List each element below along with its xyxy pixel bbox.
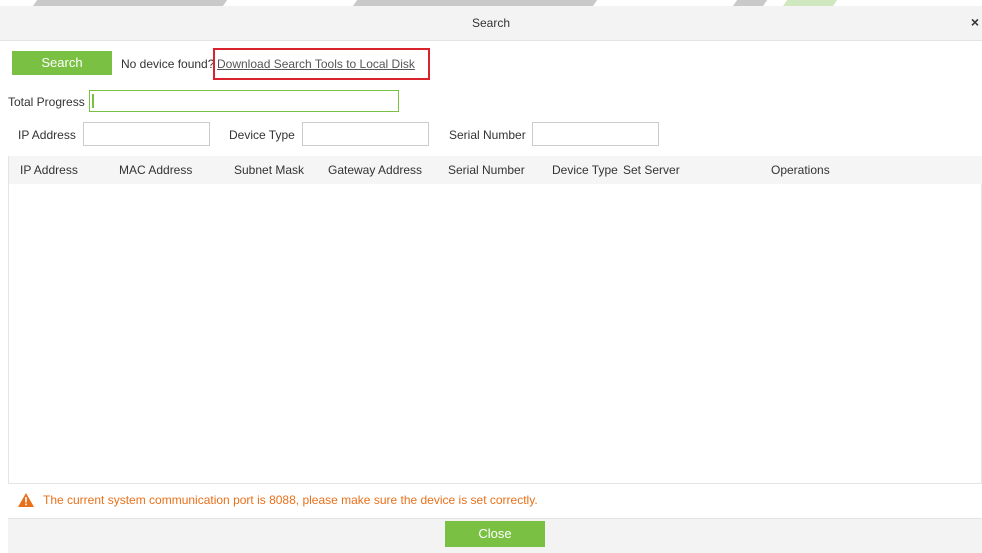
warning-icon <box>18 493 34 507</box>
table-header: IP Address MAC Address Subnet Mask Gatew… <box>9 156 982 184</box>
column-header-serial-number[interactable]: Serial Number <box>448 163 525 177</box>
column-header-device-type[interactable]: Device Type <box>552 163 618 177</box>
close-button[interactable]: Close <box>445 521 545 547</box>
device-results-table: IP Address MAC Address Subnet Mask Gatew… <box>8 156 982 484</box>
close-icon[interactable]: × <box>971 14 979 30</box>
dialog-footer: Close <box>8 518 982 553</box>
progress-fill <box>92 94 94 108</box>
port-warning-text: The current system communication port is… <box>43 493 538 507</box>
ip-address-filter-label: IP Address <box>18 128 76 142</box>
filter-row: IP Address Device Type Serial Number <box>0 122 982 146</box>
search-button[interactable]: Search <box>12 51 112 75</box>
column-header-set-server[interactable]: Set Server <box>623 163 680 177</box>
device-type-filter-label: Device Type <box>229 128 295 142</box>
column-header-gateway-address[interactable]: Gateway Address <box>328 163 422 177</box>
serial-number-filter-input[interactable] <box>532 122 659 146</box>
highlight-annotation-box <box>213 48 430 80</box>
dialog-titlebar: Search × <box>0 6 982 41</box>
column-header-operations[interactable]: Operations <box>771 163 830 177</box>
device-type-filter-input[interactable] <box>302 122 429 146</box>
search-dialog: Search × Search No device found? Downloa… <box>0 6 982 553</box>
total-progress-label: Total Progress <box>8 95 85 109</box>
ip-address-filter-input[interactable] <box>83 122 210 146</box>
total-progress-bar <box>89 90 399 112</box>
column-header-mac-address[interactable]: MAC Address <box>119 163 192 177</box>
dialog-title: Search <box>471 16 511 30</box>
serial-number-filter-label: Serial Number <box>449 128 526 142</box>
no-device-text: No device found? <box>121 57 215 71</box>
column-header-ip-address[interactable]: IP Address <box>20 163 78 177</box>
column-header-subnet-mask[interactable]: Subnet Mask <box>234 163 304 177</box>
